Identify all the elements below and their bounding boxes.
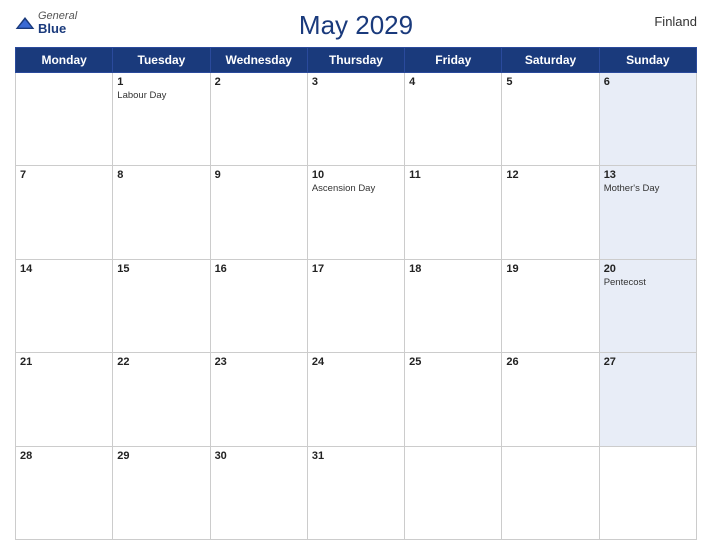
- calendar-week-2: 789 10 Ascension Day 11 12 13 Mother's Day: [16, 166, 697, 259]
- calendar-cell: 12: [502, 166, 599, 259]
- calendar-cell: 20 Pentecost: [599, 259, 696, 352]
- day-number: 15: [117, 263, 205, 275]
- event-label: Labour Day: [117, 90, 205, 101]
- calendar-cell: 1 Labour Day: [113, 73, 210, 166]
- day-number: 17: [312, 263, 400, 275]
- day-number: 9: [215, 169, 303, 181]
- calendar-cell: 19: [502, 259, 599, 352]
- calendar-page: General Blue May 2029 Finland Monday Tue…: [0, 0, 712, 550]
- calendar-cell: 16: [210, 259, 307, 352]
- event-label: Pentecost: [604, 277, 692, 288]
- calendar-header: General Blue May 2029 Finland: [15, 10, 697, 41]
- col-thursday: Thursday: [307, 48, 404, 73]
- day-number: 22: [117, 356, 205, 368]
- day-number: 5: [506, 76, 594, 88]
- calendar-cell: 29: [113, 446, 210, 539]
- calendar-cell: 5: [502, 73, 599, 166]
- calendar-cell: 10 Ascension Day: [307, 166, 404, 259]
- calendar-cell: 6: [599, 73, 696, 166]
- calendar-cell: 7: [16, 166, 113, 259]
- calendar-cell: [405, 446, 502, 539]
- day-number: 10: [312, 169, 400, 181]
- logo-blue: Blue: [38, 22, 77, 36]
- day-number: 23: [215, 356, 303, 368]
- day-number: 11: [409, 169, 497, 181]
- calendar-cell: 28: [16, 446, 113, 539]
- event-label: Mother's Day: [604, 183, 692, 194]
- day-number: 1: [117, 76, 205, 88]
- logo: General Blue: [15, 10, 77, 36]
- day-number: 24: [312, 356, 400, 368]
- calendar-week-3: 14 15 16 17 18 19 20 Pentecost: [16, 259, 697, 352]
- col-wednesday: Wednesday: [210, 48, 307, 73]
- calendar-week-1: 1 Labour Day 23456: [16, 73, 697, 166]
- calendar-cell: 23: [210, 353, 307, 446]
- day-number: 20: [604, 263, 692, 275]
- day-number: 19: [506, 263, 594, 275]
- day-number: 26: [506, 356, 594, 368]
- day-number: 18: [409, 263, 497, 275]
- col-friday: Friday: [405, 48, 502, 73]
- col-monday: Monday: [16, 48, 113, 73]
- day-number: 2: [215, 76, 303, 88]
- day-number: 16: [215, 263, 303, 275]
- calendar-cell: 2: [210, 73, 307, 166]
- calendar-week-5: 28 29 30 31: [16, 446, 697, 539]
- calendar-cell: 9: [210, 166, 307, 259]
- calendar-cell: [502, 446, 599, 539]
- calendar-cell: 11: [405, 166, 502, 259]
- day-number: 13: [604, 169, 692, 181]
- day-number: 31: [312, 450, 400, 462]
- day-number: 7: [20, 169, 108, 181]
- calendar-cell: 18: [405, 259, 502, 352]
- calendar-cell: 25: [405, 353, 502, 446]
- calendar-cell: [16, 73, 113, 166]
- day-number: 14: [20, 263, 108, 275]
- day-number: 12: [506, 169, 594, 181]
- country-label: Finland: [654, 14, 697, 29]
- calendar-cell: 8: [113, 166, 210, 259]
- title-block: May 2029: [299, 10, 413, 41]
- col-tuesday: Tuesday: [113, 48, 210, 73]
- day-number: 27: [604, 356, 692, 368]
- col-sunday: Sunday: [599, 48, 696, 73]
- calendar-cell: 30: [210, 446, 307, 539]
- logo-icon: [15, 16, 35, 30]
- day-number: 8: [117, 169, 205, 181]
- header-row: Monday Tuesday Wednesday Thursday Friday…: [16, 48, 697, 73]
- day-number: 29: [117, 450, 205, 462]
- calendar-title: May 2029: [299, 10, 413, 41]
- calendar-cell: 21: [16, 353, 113, 446]
- calendar-cell: 26: [502, 353, 599, 446]
- calendar-cell: 24: [307, 353, 404, 446]
- event-label: Ascension Day: [312, 183, 400, 194]
- day-number: 28: [20, 450, 108, 462]
- calendar-cell: 22: [113, 353, 210, 446]
- day-number: 25: [409, 356, 497, 368]
- calendar-cell: 3: [307, 73, 404, 166]
- calendar-cell: 13 Mother's Day: [599, 166, 696, 259]
- day-number: 3: [312, 76, 400, 88]
- calendar-cell: 4: [405, 73, 502, 166]
- calendar-week-4: 21 22 23 24 25 26 27: [16, 353, 697, 446]
- calendar-body: 1Labour Day2345678910Ascension Day111213…: [16, 73, 697, 540]
- calendar-cell: 17: [307, 259, 404, 352]
- day-number: 30: [215, 450, 303, 462]
- day-number: 4: [409, 76, 497, 88]
- calendar-cell: 14: [16, 259, 113, 352]
- day-number: 21: [20, 356, 108, 368]
- day-number: 6: [604, 76, 692, 88]
- col-saturday: Saturday: [502, 48, 599, 73]
- calendar-cell: 27: [599, 353, 696, 446]
- calendar-cell: 15: [113, 259, 210, 352]
- calendar-cell: 31: [307, 446, 404, 539]
- calendar-table: Monday Tuesday Wednesday Thursday Friday…: [15, 47, 697, 540]
- calendar-cell: [599, 446, 696, 539]
